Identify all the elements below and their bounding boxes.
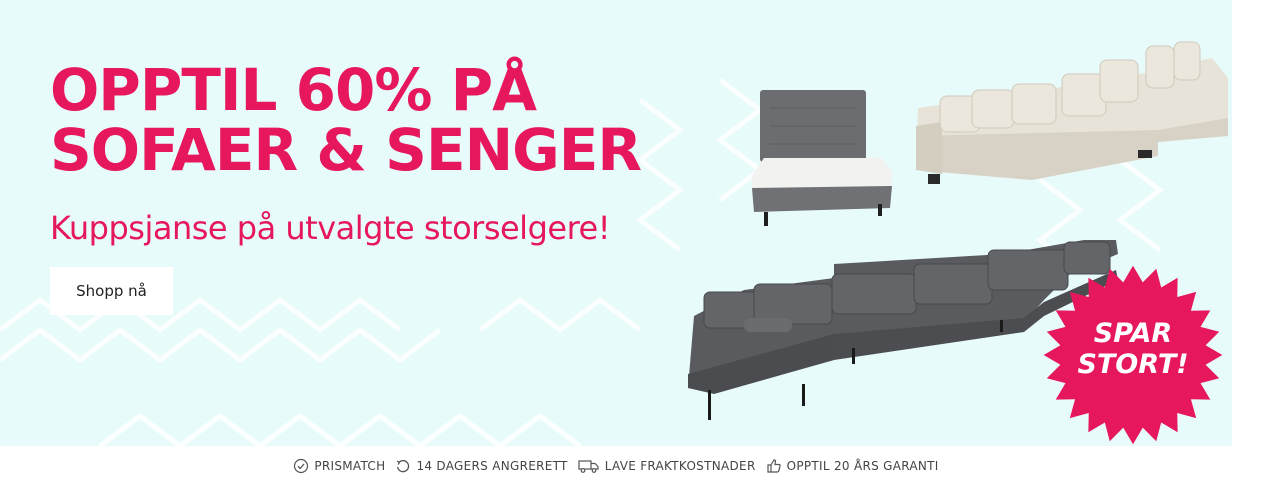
usp-bar: PRISMATCH 14 DAGERS ANGRERETT LAVE FRAKT… xyxy=(0,446,1232,486)
usp-item-frakt: LAVE FRAKTKOSTNADER xyxy=(578,458,756,474)
badge-line-1: SPAR xyxy=(1093,318,1173,349)
thumbs-up-icon xyxy=(766,459,781,473)
product-image-beige-sofa[interactable] xyxy=(912,38,1232,188)
shop-now-button[interactable]: Shopp nå xyxy=(50,267,173,315)
usp-label: OPPTIL 20 ÅRS GARANTI xyxy=(786,459,939,473)
badge-line-2: STORT! xyxy=(1077,349,1189,380)
badge-text: SPAR STORT! xyxy=(1040,318,1226,380)
headline-line-1: OPPTIL 60% PÅ xyxy=(50,56,537,124)
usp-label: PRISMATCH xyxy=(314,459,386,473)
usp-label: LAVE FRAKTKOSTNADER xyxy=(604,459,756,473)
usp-item-angrerett: 14 DAGERS ANGRERETT xyxy=(395,458,567,474)
truck-icon xyxy=(578,460,599,473)
product-image-bed[interactable] xyxy=(750,88,900,230)
usp-item-garanti: OPPTIL 20 ÅRS GARANTI xyxy=(766,458,939,474)
usp-label: 14 DAGERS ANGRERETT xyxy=(416,459,568,473)
return-arrow-icon xyxy=(397,460,410,473)
headline-line-2: SOFAER & SENGER xyxy=(50,116,642,184)
hero-headline: OPPTIL 60% PÅ SOFAER & SENGER xyxy=(50,56,642,184)
hero-banner[interactable]: OPPTIL 60% PÅ SOFAER & SENGER Kuppsjanse… xyxy=(0,0,1232,446)
check-circle-icon xyxy=(294,458,309,474)
hero-subline: Kuppsjanse på utvalgte storselgere! xyxy=(50,209,611,247)
usp-item-prismatch: PRISMATCH xyxy=(293,458,385,474)
